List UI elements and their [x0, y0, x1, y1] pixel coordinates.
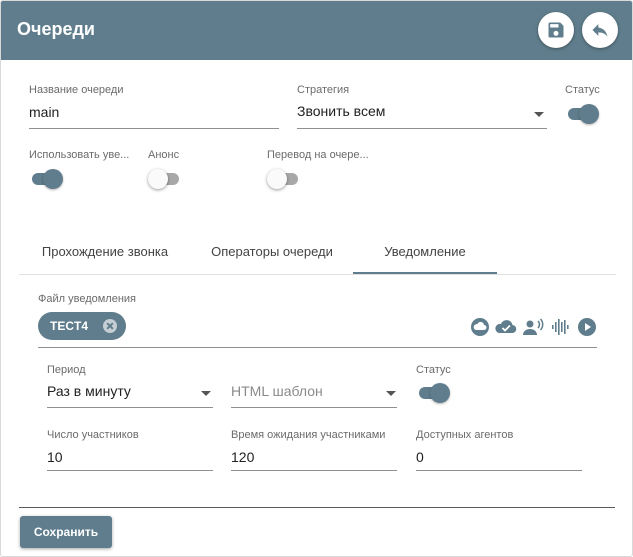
queue-name-underline: [29, 128, 279, 129]
save-icon-button[interactable]: [538, 12, 574, 48]
agents-value[interactable]: 0: [416, 449, 424, 465]
queue-name-label: Название очереди: [29, 84, 124, 96]
save-button[interactable]: Сохранить: [20, 516, 112, 548]
agents-underline: [416, 470, 582, 471]
voice-icon[interactable]: [522, 317, 544, 337]
period-underline: [47, 407, 213, 408]
html-template-placeholder: HTML шаблон: [231, 383, 323, 399]
tab-notification[interactable]: Уведомление: [353, 238, 497, 274]
participants-label: Число участников: [47, 429, 139, 441]
toggle-knob: [430, 383, 450, 403]
wait-time-underline: [231, 470, 397, 471]
notify-status-toggle[interactable]: [416, 383, 450, 403]
footer-divider: [19, 507, 615, 508]
notify-status-label: Статус: [416, 364, 451, 376]
notify-file-underline: [38, 347, 597, 348]
header-bar: Очереди: [1, 1, 632, 60]
participants-value[interactable]: 10: [47, 449, 63, 465]
tab-call-flow[interactable]: Прохождение звонка: [23, 238, 187, 274]
cloud-icon[interactable]: [470, 317, 490, 337]
use-notify-label: Использовать уве...: [29, 149, 130, 161]
file-chip[interactable]: TECT4: [38, 312, 126, 340]
html-template-underline: [231, 407, 397, 408]
tab-queue-operators[interactable]: Операторы очереди: [191, 238, 353, 274]
back-button[interactable]: [582, 12, 618, 48]
toggle-knob: [267, 169, 287, 189]
participants-field[interactable]: Число участников 10: [47, 429, 213, 473]
transfer-label: Перевод на очере...: [267, 149, 369, 161]
queue-name-value[interactable]: main: [29, 104, 59, 120]
participants-underline: [47, 470, 213, 471]
announce-toggle[interactable]: [148, 169, 182, 189]
tabs-divider: [19, 274, 616, 275]
toggle-knob: [148, 169, 168, 189]
wait-time-value[interactable]: 120: [231, 449, 254, 465]
toggle-knob: [43, 169, 63, 189]
period-select[interactable]: Период Раз в минуту: [47, 364, 213, 410]
transfer-toggle[interactable]: [267, 169, 301, 189]
agents-field[interactable]: Доступных агентов 0: [416, 429, 582, 473]
play-icon[interactable]: [577, 317, 597, 337]
file-chip-label: TECT4: [50, 319, 89, 333]
close-icon[interactable]: [103, 319, 117, 333]
announce-label: Анонс: [148, 149, 180, 161]
wait-time-label: Время ожидания участниками: [231, 429, 386, 441]
page-title: Очереди: [17, 19, 95, 39]
chevron-down-icon[interactable]: [386, 391, 396, 396]
chevron-down-icon[interactable]: [534, 112, 544, 117]
status-toggle[interactable]: [565, 104, 599, 124]
reply-arrow-icon: [592, 24, 608, 37]
strategy-value: Звонить всем: [297, 103, 386, 119]
queue-editor-panel: Очереди Название очереди main Стратегия …: [0, 0, 633, 557]
strategy-underline: [297, 128, 547, 129]
use-notify-toggle[interactable]: [29, 169, 63, 189]
floppy-disk-icon: [548, 22, 564, 38]
waveform-icon[interactable]: [550, 317, 570, 337]
cloud-check-icon[interactable]: [494, 317, 518, 337]
strategy-select[interactable]: Стратегия Звонить всем: [297, 84, 547, 130]
html-template-select[interactable]: HTML шаблон: [231, 364, 397, 410]
notify-file-label: Файл уведомления: [38, 293, 137, 305]
agents-label: Доступных агентов: [416, 429, 514, 441]
period-label: Период: [47, 364, 86, 376]
queue-name-field[interactable]: Название очереди main: [29, 84, 279, 130]
chevron-down-icon[interactable]: [201, 391, 211, 396]
strategy-label: Стратегия: [297, 84, 350, 96]
wait-time-field[interactable]: Время ожидания участниками 120: [231, 429, 397, 473]
active-tab-indicator: [353, 272, 497, 274]
period-value: Раз в минуту: [47, 383, 131, 399]
status-label: Статус: [565, 84, 600, 96]
toggle-knob: [579, 104, 599, 124]
